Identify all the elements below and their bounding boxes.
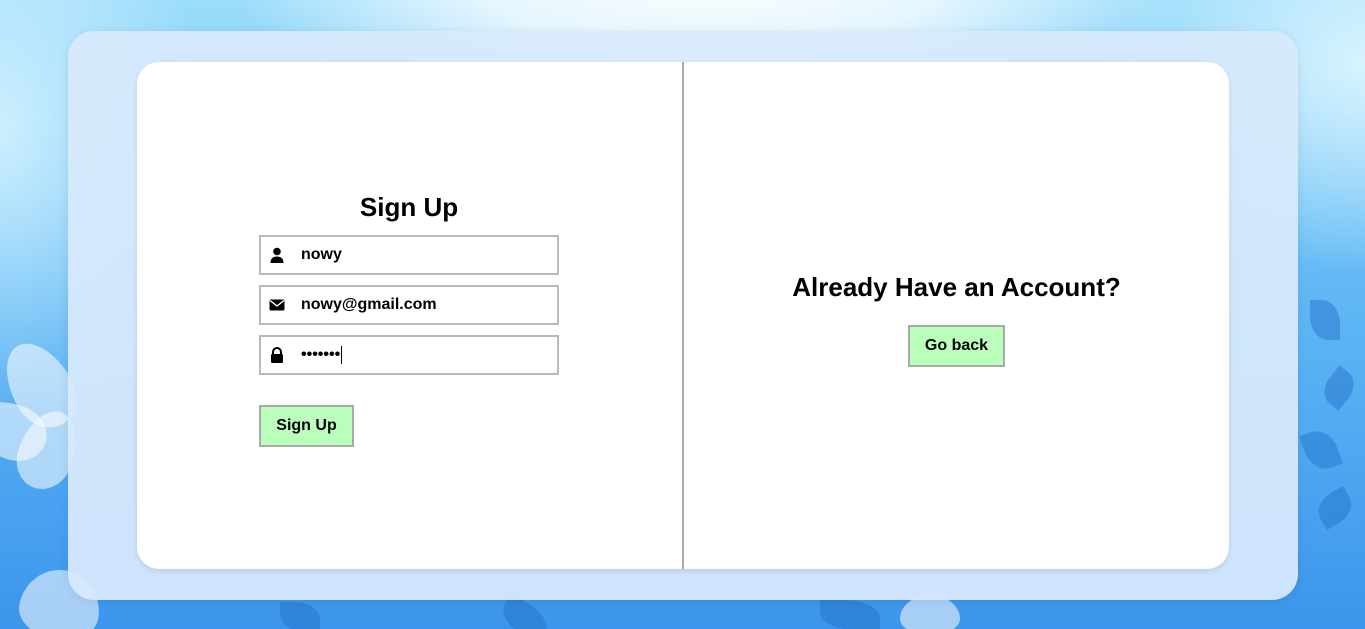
already-have-account-title: Already Have an Account? bbox=[792, 272, 1121, 302]
background-bottom-decoration bbox=[200, 593, 1200, 629]
email-input[interactable] bbox=[301, 287, 551, 323]
password-input[interactable] bbox=[301, 337, 551, 373]
auth-frame: Sign Up nowy nowy@gmail.com ••••••• Sign… bbox=[68, 31, 1298, 600]
login-prompt: Already Have an Account? Go back bbox=[684, 62, 1229, 569]
email-field[interactable] bbox=[259, 285, 559, 325]
text-cursor bbox=[341, 346, 342, 364]
password-field[interactable] bbox=[259, 335, 559, 375]
username-input[interactable] bbox=[301, 237, 551, 273]
signup-title: Sign Up bbox=[359, 192, 459, 222]
background-leaf-decoration bbox=[1290, 280, 1365, 629]
lock-icon bbox=[269, 347, 285, 363]
auth-card: Sign Up nowy nowy@gmail.com ••••••• Sign… bbox=[137, 62, 1229, 569]
user-icon bbox=[269, 247, 285, 263]
go-back-button[interactable]: Go back bbox=[908, 325, 1005, 367]
username-field[interactable] bbox=[259, 235, 559, 275]
signup-form: Sign Up nowy nowy@gmail.com ••••••• Sign… bbox=[137, 62, 682, 569]
envelope-icon bbox=[269, 297, 285, 313]
signup-button[interactable]: Sign Up bbox=[259, 405, 354, 447]
